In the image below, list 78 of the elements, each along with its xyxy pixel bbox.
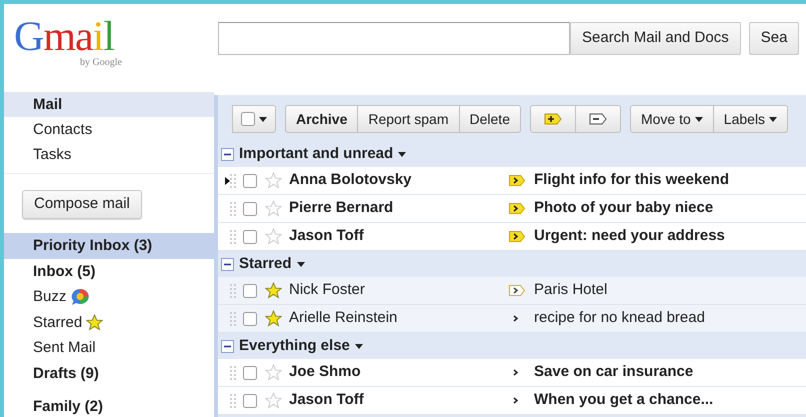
checkbox-icon [241, 112, 255, 126]
drag-handle-icon[interactable] [230, 282, 236, 298]
app-link[interactable]: Mail [4, 92, 214, 117]
sender-name: Joe Shmo [289, 362, 362, 382]
caret-icon [259, 116, 267, 122]
section-title[interactable]: Everything else [239, 334, 350, 358]
menu-button[interactable]: Labels [714, 105, 788, 133]
importance-marker-icon[interactable] [509, 203, 525, 214]
sender-name: Pierre Bernard [289, 198, 394, 218]
email-subject: Save on car insurance [534, 362, 694, 382]
section-title[interactable]: Important and unread [239, 142, 394, 166]
drag-handle-icon[interactable] [230, 310, 236, 326]
minus-tag-icon [588, 113, 607, 125]
menu-button[interactable]: Move to [630, 105, 714, 133]
speech-bubble-icon [70, 288, 90, 306]
email-subject: recipe for no knead bread [534, 308, 705, 328]
star-icon[interactable] [265, 310, 282, 327]
collapse-icon[interactable] [221, 340, 234, 352]
caret-icon [354, 344, 363, 348]
email-subject: Urgent: need your address [534, 226, 725, 246]
importance-marker-icon[interactable] [509, 231, 525, 242]
sender-name: Arielle Reinstein [289, 308, 398, 328]
sender-name: Anna Bolotovsky [289, 170, 413, 190]
folder-link[interactable]: Sent Mail [33, 335, 96, 360]
search-button[interactable]: Sea [748, 22, 800, 55]
email-subject: Flight info for this weekend [534, 170, 729, 190]
toolbar-button[interactable]: Archive [285, 105, 358, 133]
search-button[interactable]: Search Mail and Docs [570, 22, 741, 55]
checkbox[interactable] [243, 366, 257, 380]
star-icon[interactable] [265, 172, 282, 189]
folder-link[interactable]: Starred [33, 310, 82, 335]
star-icon[interactable] [265, 282, 282, 299]
folder-link[interactable]: Inbox (5) [33, 258, 96, 284]
section-title[interactable]: Starred [239, 252, 292, 276]
caret-icon [398, 152, 406, 156]
checkbox[interactable] [243, 230, 257, 244]
importance-marker-icon[interactable] [509, 285, 525, 296]
star-icon[interactable] [265, 200, 282, 217]
checkbox[interactable] [243, 202, 257, 216]
gmail-logo: Gmail [14, 16, 114, 58]
drag-handle-icon[interactable] [230, 392, 236, 408]
compose-button[interactable]: Compose mail [22, 190, 142, 219]
toolbar-button[interactable]: Delete [460, 105, 521, 133]
star-icon[interactable] [265, 392, 282, 409]
email-subject: Photo of your baby niece [534, 198, 714, 218]
collapse-icon[interactable] [221, 148, 234, 160]
caret-icon [769, 116, 778, 122]
star-icon[interactable] [265, 228, 282, 245]
sender-name: Jason Toff [289, 390, 365, 410]
checkbox[interactable] [243, 174, 257, 188]
star-icon[interactable] [265, 364, 282, 381]
importance-marker-icon[interactable] [509, 175, 525, 186]
folder-link[interactable]: Drafts (9) [33, 360, 99, 386]
collapse-icon[interactable] [221, 258, 234, 270]
email-subject: When you get a chance... [534, 390, 714, 410]
drag-handle-icon[interactable] [230, 200, 236, 216]
search-field[interactable] [218, 22, 570, 55]
drag-handle-icon[interactable] [230, 228, 236, 244]
checkbox[interactable] [243, 394, 257, 408]
sender-name: Nick Foster [289, 280, 366, 300]
drag-handle-icon[interactable] [230, 364, 236, 380]
app-link[interactable]: Tasks [4, 142, 214, 167]
caret-icon [296, 262, 305, 266]
checkbox[interactable] [243, 284, 257, 298]
caret-icon [694, 116, 703, 122]
app-link[interactable]: Contacts [4, 117, 214, 142]
star-icon[interactable] [86, 314, 104, 331]
email-subject: Paris Hotel [534, 280, 608, 300]
folder-link[interactable]: Family (2) [33, 394, 104, 417]
drag-handle-icon[interactable] [230, 172, 236, 188]
logo-tagline: by Google [80, 58, 123, 68]
folder-link[interactable]: Buzz [33, 284, 66, 310]
toolbar-button[interactable]: Report spam [358, 105, 460, 133]
sender-name: Jason Toff [289, 226, 365, 246]
plus-tag-icon [544, 113, 562, 125]
mark-unimportant-button[interactable] [576, 105, 621, 133]
select-menu-button[interactable] [232, 105, 276, 133]
checkbox[interactable] [243, 312, 257, 326]
